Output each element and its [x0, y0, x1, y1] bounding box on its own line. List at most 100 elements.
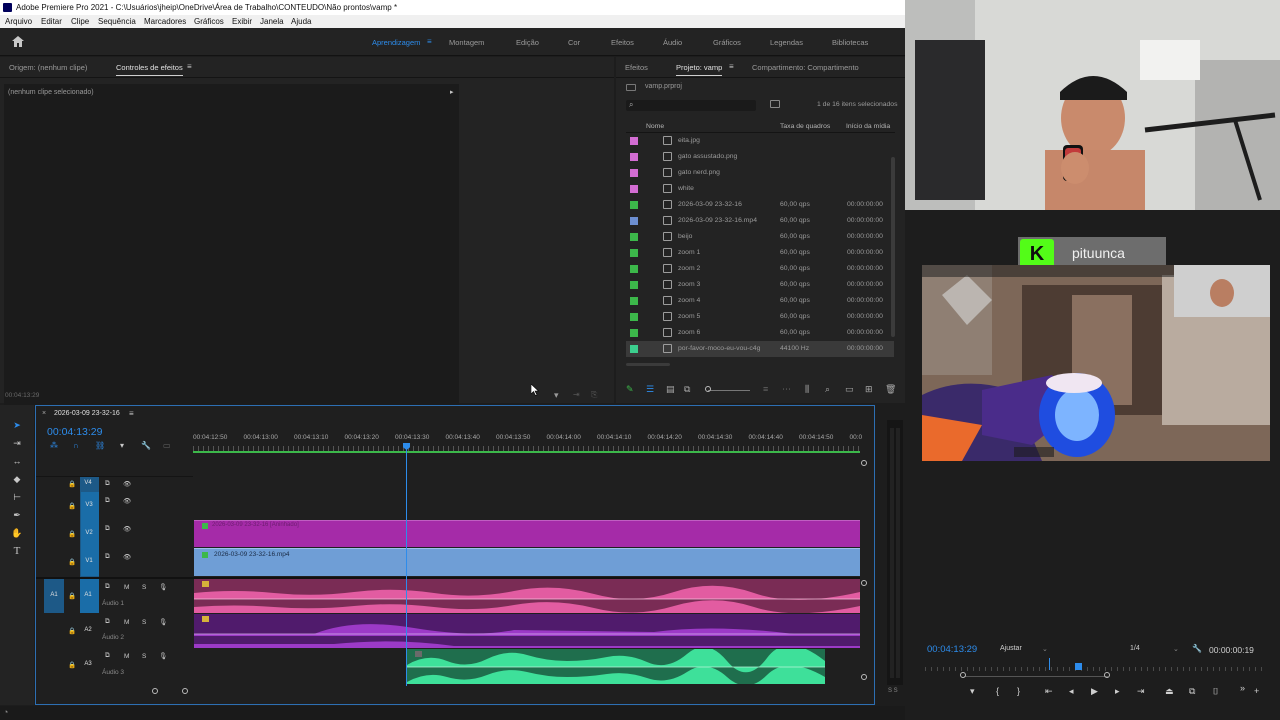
project-item-row[interactable]: zoom 1 60,00 qps 00:00:00:00: [626, 245, 894, 261]
extract-icon[interactable]: ⧉: [1189, 686, 1195, 697]
scroll-handle-bottom[interactable]: [861, 674, 867, 680]
label-color-swatch[interactable]: [630, 297, 638, 305]
label-color-swatch[interactable]: [630, 233, 638, 241]
mute-a3-button[interactable]: M: [124, 653, 129, 660]
column-framerate[interactable]: Taxa de quadros: [780, 123, 830, 130]
solo-a3-button[interactable]: S: [142, 653, 146, 660]
lock-v4-icon[interactable]: 🔒: [68, 480, 76, 488]
program-timecode[interactable]: 00:04:13:29: [927, 644, 977, 655]
lock-a2-icon[interactable]: 🔒: [68, 627, 76, 635]
track-label-a2[interactable]: A2: [80, 627, 96, 633]
slip-tool-icon[interactable]: ⊢: [10, 490, 24, 504]
timeline-timecode[interactable]: 00:04:13:29: [47, 426, 102, 438]
program-zoom-bar[interactable]: [964, 676, 1108, 677]
type-tool-icon[interactable]: T: [10, 544, 24, 558]
track-select-tool-icon[interactable]: ⇥: [10, 436, 24, 450]
sequence-menu-icon[interactable]: ≡: [129, 409, 134, 418]
project-item-row[interactable]: zoom 3 60,00 qps 00:00:00:00: [626, 277, 894, 293]
project-item-row[interactable]: gato assustado.png: [626, 149, 894, 165]
scroll-handle-mid[interactable]: [861, 580, 867, 586]
label-color-swatch[interactable]: [630, 153, 638, 161]
pencil-icon[interactable]: ✎: [626, 384, 634, 395]
step-forward-icon[interactable]: ▸: [1115, 686, 1120, 697]
label-color-swatch[interactable]: [630, 329, 638, 337]
project-item-row[interactable]: por-favor-moco-eu-vou-c4g 44100 Hz 00:00:0…: [626, 341, 894, 357]
new-bin-icon[interactable]: ▭: [845, 384, 854, 395]
automate-icon[interactable]: ⋯: [782, 384, 791, 395]
label-color-swatch[interactable]: [630, 265, 638, 273]
workspace-audio[interactable]: Áudio: [663, 38, 682, 47]
project-item-row[interactable]: zoom 6 60,00 qps 00:00:00:00: [626, 325, 894, 341]
fit-dropdown[interactable]: Ajustar: [1000, 645, 1022, 652]
go-to-out-icon[interactable]: ⇥: [1137, 686, 1145, 697]
nest-toggle-icon[interactable]: ⁂: [50, 441, 58, 450]
export-frame-icon[interactable]: ⎘: [591, 390, 597, 400]
ripple-edit-tool-icon[interactable]: ↔: [10, 454, 24, 468]
sync-v4-icon[interactable]: ⧉: [105, 480, 110, 488]
home-icon[interactable]: [12, 36, 24, 47]
project-item-row[interactable]: eita.jpg: [626, 133, 894, 149]
workspace-bibliotecas[interactable]: Bibliotecas: [832, 38, 868, 47]
menu-janela[interactable]: Janela: [260, 15, 284, 28]
mute-a2-button[interactable]: M: [124, 619, 129, 626]
new-item-icon[interactable]: ⊞: [865, 384, 873, 395]
tab-project[interactable]: Projeto: vamp: [676, 63, 723, 76]
voiceover-a1-icon[interactable]: 🎙: [159, 583, 167, 591]
workspace-aprendizagem[interactable]: Aprendizagem: [372, 38, 420, 47]
project-item-row[interactable]: beijo 60,00 qps 00:00:00:00: [626, 229, 894, 245]
add-marker-icon[interactable]: ▾: [120, 441, 124, 450]
workspace-legendas[interactable]: Legendas: [770, 38, 803, 47]
find-icon[interactable]: ⌕: [825, 384, 830, 395]
storyboard-icon[interactable]: ⫼: [805, 384, 809, 395]
solo-a1-button[interactable]: S: [142, 584, 146, 591]
search-input[interactable]: ⌕: [626, 100, 756, 111]
track-label-v4[interactable]: V4: [80, 480, 96, 486]
mark-in-icon[interactable]: {: [996, 686, 999, 696]
eye-v2-icon[interactable]: 👁: [123, 525, 131, 533]
new-bin-search-icon[interactable]: [770, 100, 780, 108]
label-color-swatch[interactable]: [630, 313, 638, 321]
workspace-edicao[interactable]: Edição: [516, 38, 539, 47]
add-button-icon[interactable]: +: [1254, 686, 1259, 696]
label-color-swatch[interactable]: [630, 217, 638, 225]
project-item-row[interactable]: zoom 5 60,00 qps 00:00:00:00: [626, 309, 894, 325]
tab-bin[interactable]: Compartimento: Compartimento: [752, 63, 859, 72]
menu-sequencia[interactable]: Sequência: [98, 15, 136, 28]
work-area-bar[interactable]: [193, 451, 860, 453]
track-label-a3[interactable]: A3: [80, 661, 96, 667]
go-to-in-icon[interactable]: ⇤: [1045, 686, 1053, 697]
voiceover-a2-icon[interactable]: 🎙: [159, 618, 167, 626]
label-color-swatch[interactable]: [630, 185, 638, 193]
export-icon[interactable]: ⇥: [573, 390, 580, 399]
sync-v3-icon[interactable]: ⧉: [105, 497, 110, 505]
trash-icon[interactable]: 🗑: [885, 384, 896, 395]
wrench-icon[interactable]: 🔧: [1192, 644, 1202, 653]
sync-a1-icon[interactable]: ⧉: [105, 583, 110, 591]
project-item-row[interactable]: 2026-03-09 23-32-16 60,00 qps 00:00:00:00: [626, 197, 894, 213]
column-name[interactable]: Nome: [646, 123, 664, 130]
linked-selection-icon[interactable]: ⛓: [95, 441, 105, 450]
scroll-handle-top[interactable]: [861, 460, 867, 466]
program-zoom-right-handle[interactable]: [1104, 672, 1110, 678]
lock-a1-icon[interactable]: 🔒: [68, 592, 76, 600]
project-item-row[interactable]: white: [626, 181, 894, 197]
project-h-scrollbar[interactable]: [626, 363, 670, 366]
program-zoom-left-handle[interactable]: [960, 672, 966, 678]
meter-solo-label[interactable]: S S: [888, 688, 898, 694]
captions-icon[interactable]: ▭: [163, 441, 171, 450]
add-marker-button-icon[interactable]: ▾: [970, 686, 975, 697]
track-label-a1[interactable]: A1: [80, 592, 96, 598]
project-menu-icon[interactable]: ≡: [729, 62, 734, 71]
icon-view-icon[interactable]: ▤: [666, 384, 675, 395]
project-item-row[interactable]: 2026-03-09 23-32-16.mp4 60,00 qps 00:00:00…: [626, 213, 894, 229]
timeline-settings-icon[interactable]: 🔧: [141, 441, 151, 450]
label-color-swatch[interactable]: [630, 137, 638, 145]
playhead[interactable]: [406, 444, 407, 686]
filter-icon[interactable]: ▾: [554, 390, 559, 401]
sync-a3-icon[interactable]: ⧉: [105, 652, 110, 660]
project-item-row[interactable]: zoom 4 60,00 qps 00:00:00:00: [626, 293, 894, 309]
menu-arquivo[interactable]: Arquivo: [5, 15, 32, 28]
clip-v1-video[interactable]: 2026-03-09 23-32-16.mp4: [194, 548, 860, 576]
lock-a3-icon[interactable]: 🔒: [68, 661, 76, 669]
sync-v2-icon[interactable]: ⧉: [105, 525, 110, 533]
